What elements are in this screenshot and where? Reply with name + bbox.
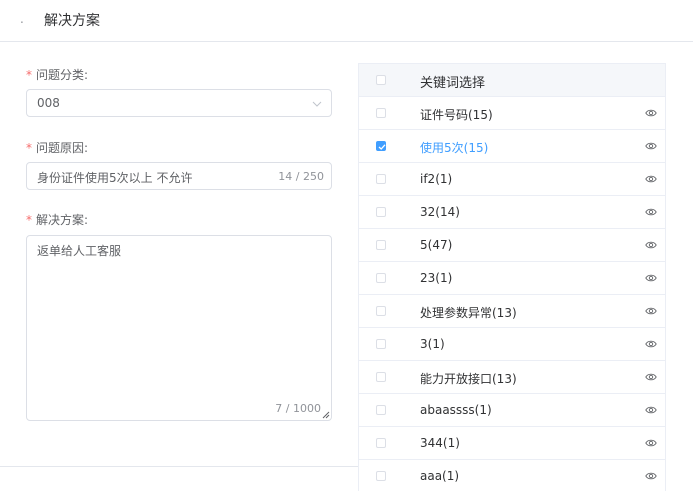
- keyword-row[interactable]: if2(1): [359, 163, 665, 196]
- keyword-row[interactable]: 能力开放接口(13): [359, 361, 665, 394]
- eye-icon[interactable]: [645, 141, 657, 151]
- solution-label-text: 解决方案:: [36, 213, 89, 227]
- keyword-table: 关键词选择 证件号码(15) 使用5次(15) if2(1) 32(14) 5(47) 2…: [358, 63, 666, 491]
- keyword-checkbox[interactable]: [376, 306, 386, 316]
- keyword-label: abaassss(1): [420, 403, 492, 417]
- resize-handle-icon[interactable]: [322, 411, 330, 419]
- required-mark: *: [26, 213, 32, 227]
- keyword-label: 处理参数异常(13): [420, 306, 517, 320]
- divider: [0, 466, 358, 467]
- keyword-table-header: 关键词选择: [359, 64, 665, 97]
- keyword-checkbox[interactable]: [376, 438, 386, 448]
- solution-value: 返单给人工客服: [37, 244, 122, 258]
- keyword-label: 证件号码(15): [420, 108, 493, 122]
- keyword-label: aaa(1): [420, 469, 460, 483]
- select-all-checkbox[interactable]: [376, 75, 386, 85]
- eye-icon[interactable]: [645, 471, 657, 481]
- keyword-row[interactable]: aaa(1): [359, 460, 665, 491]
- keyword-checkbox[interactable]: [376, 372, 386, 382]
- keyword-label: 32(14): [420, 205, 460, 219]
- keyword-checkbox[interactable]: [376, 141, 386, 151]
- solution-char-count: 7 / 1000: [275, 402, 321, 415]
- keyword-label: 能力开放接口(13): [420, 372, 517, 386]
- keyword-label: 23(1): [420, 271, 453, 285]
- keyword-row[interactable]: abaassss(1): [359, 394, 665, 427]
- keyword-row[interactable]: 32(14): [359, 196, 665, 229]
- keyword-checkbox[interactable]: [376, 207, 386, 217]
- keyword-label: 344(1): [420, 436, 460, 450]
- keyword-checkbox[interactable]: [376, 240, 386, 250]
- eye-icon[interactable]: [645, 108, 657, 118]
- eye-icon[interactable]: [645, 207, 657, 217]
- required-mark: *: [26, 68, 32, 82]
- eye-icon[interactable]: [645, 306, 657, 316]
- page-header: . 解决方案: [0, 0, 693, 42]
- eye-icon[interactable]: [645, 339, 657, 349]
- problem-cause-label: * 问题原因:: [26, 139, 88, 156]
- page-title: 解决方案: [44, 13, 100, 29]
- problem-cause-char-count: 14 / 250: [278, 170, 324, 183]
- problem-type-label: * 问题分类:: [26, 66, 88, 83]
- keyword-checkbox[interactable]: [376, 339, 386, 349]
- keyword-header-label: 关键词选择: [420, 76, 486, 91]
- eye-icon[interactable]: [645, 174, 657, 184]
- keyword-checkbox[interactable]: [376, 108, 386, 118]
- problem-type-select[interactable]: 008: [26, 89, 332, 117]
- required-mark: *: [26, 141, 32, 155]
- keyword-row[interactable]: 344(1): [359, 427, 665, 460]
- problem-cause-label-text: 问题原因:: [36, 141, 89, 155]
- keyword-checkbox[interactable]: [376, 405, 386, 415]
- keyword-label: 使用5次(15): [420, 141, 489, 155]
- eye-icon[interactable]: [645, 438, 657, 448]
- keyword-row[interactable]: 使用5次(15): [359, 130, 665, 163]
- chevron-down-icon: [312, 101, 322, 107]
- problem-cause-value: 身份证件使用5次以上 不允许: [37, 171, 193, 185]
- keyword-row[interactable]: 5(47): [359, 229, 665, 262]
- eye-icon[interactable]: [645, 372, 657, 382]
- keyword-label: if2(1): [420, 172, 453, 186]
- keyword-checkbox[interactable]: [376, 471, 386, 481]
- keyword-row[interactable]: 3(1): [359, 328, 665, 361]
- eye-icon[interactable]: [645, 240, 657, 250]
- eye-icon[interactable]: [645, 273, 657, 283]
- keyword-checkbox[interactable]: [376, 273, 386, 283]
- eye-icon[interactable]: [645, 405, 657, 415]
- solution-label: * 解决方案:: [26, 211, 88, 228]
- keyword-row[interactable]: 23(1): [359, 262, 665, 295]
- solution-textarea[interactable]: 返单给人工客服 7 / 1000: [26, 235, 332, 421]
- header-dot: .: [20, 12, 24, 26]
- keyword-label: 3(1): [420, 337, 445, 351]
- keyword-row[interactable]: 处理参数异常(13): [359, 295, 665, 328]
- keyword-checkbox[interactable]: [376, 174, 386, 184]
- keyword-row[interactable]: 证件号码(15): [359, 97, 665, 130]
- checkmark-icon: [378, 144, 386, 150]
- problem-type-value: 008: [37, 96, 60, 110]
- problem-type-label-text: 问题分类:: [36, 68, 89, 82]
- problem-cause-input[interactable]: 身份证件使用5次以上 不允许 14 / 250: [26, 162, 332, 190]
- keyword-label: 5(47): [420, 238, 453, 252]
